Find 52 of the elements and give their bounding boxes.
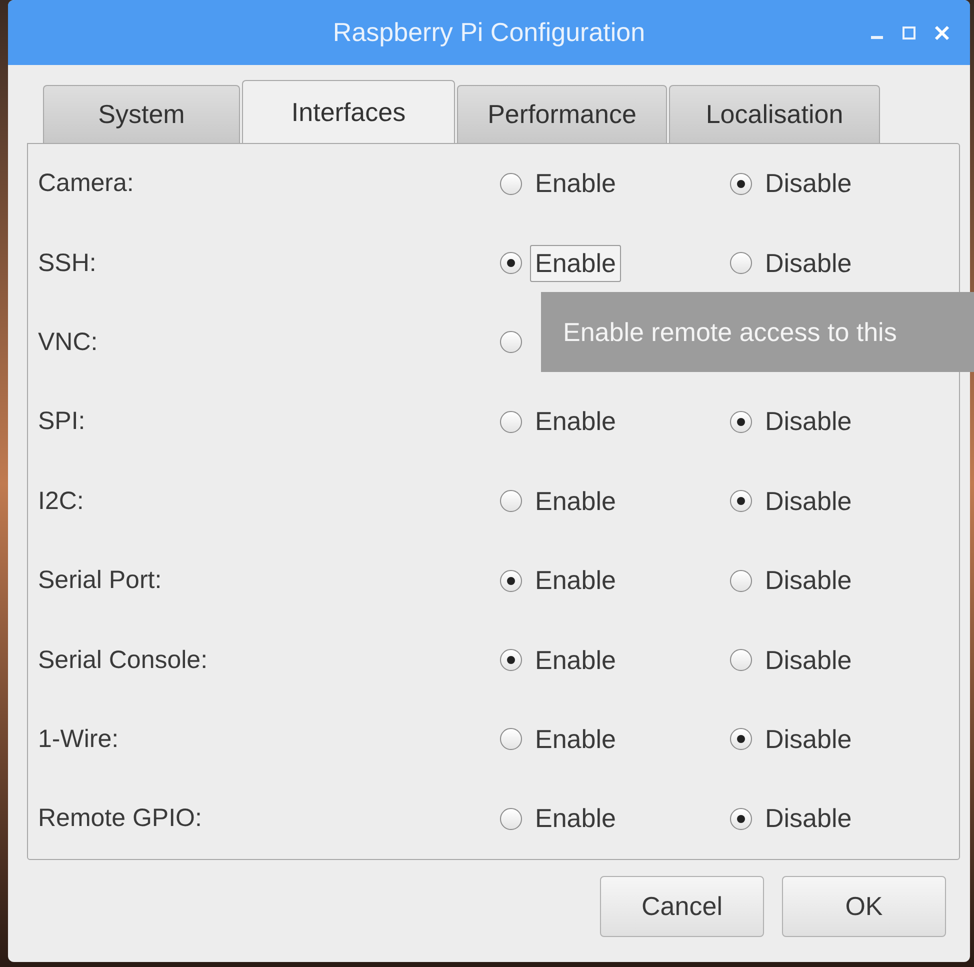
interface-label: Camera: xyxy=(38,169,135,198)
radio-button[interactable] xyxy=(500,252,522,274)
radio-button[interactable] xyxy=(500,649,522,672)
dialog-button[interactable]: OK xyxy=(782,876,946,937)
radio-button[interactable] xyxy=(730,728,752,750)
close-icon[interactable] xyxy=(934,24,950,40)
interface-label: SPI: xyxy=(38,407,86,436)
radio-label[interactable]: Enable xyxy=(530,165,621,202)
tab[interactable]: Performance xyxy=(457,85,667,143)
tab[interactable]: System xyxy=(43,85,240,143)
interface-label: Serial Console: xyxy=(38,646,209,675)
radio-label[interactable]: Enable xyxy=(530,800,621,838)
interface-label: VNC: xyxy=(38,328,99,357)
radio-button[interactable] xyxy=(500,331,522,354)
radio-label[interactable]: Disable xyxy=(760,720,857,758)
radio-button[interactable] xyxy=(730,808,752,830)
radio-label[interactable]: Enable xyxy=(530,244,621,282)
tooltip: Enable remote access to this xyxy=(541,292,974,372)
radio-label[interactable]: Disable xyxy=(760,800,857,838)
radio-label[interactable]: Disable xyxy=(760,642,857,679)
radio-button[interactable] xyxy=(500,570,522,592)
interface-label: I2C: xyxy=(38,486,85,516)
interface-label: SSH: xyxy=(38,248,98,278)
radio-label[interactable]: Disable xyxy=(760,165,857,202)
tab[interactable]: Localisation xyxy=(669,85,880,143)
radio-button[interactable] xyxy=(500,808,522,830)
radio-button[interactable] xyxy=(500,172,522,195)
radio-button[interactable] xyxy=(730,490,752,512)
radio-button[interactable] xyxy=(730,570,752,592)
radio-label[interactable]: Enable xyxy=(530,482,621,520)
interface-label: 1-Wire: xyxy=(38,724,120,754)
radio-label[interactable]: Disable xyxy=(760,403,857,440)
radio-label[interactable]: Disable xyxy=(760,482,857,520)
dialog-button[interactable]: Cancel xyxy=(600,876,764,937)
radio-button[interactable] xyxy=(730,172,752,195)
radio-button[interactable] xyxy=(730,410,752,433)
radio-button[interactable] xyxy=(730,649,752,672)
radio-label[interactable]: Enable xyxy=(530,642,621,679)
radio-button[interactable] xyxy=(500,410,522,433)
radio-button[interactable] xyxy=(500,728,522,750)
radio-label[interactable]: Disable xyxy=(760,562,857,600)
tab[interactable]: Interfaces xyxy=(242,80,455,143)
interface-label: Remote GPIO: xyxy=(38,804,203,834)
radio-label[interactable]: Enable xyxy=(530,403,621,440)
radio-label[interactable]: Enable xyxy=(530,562,621,600)
maximize-icon[interactable] xyxy=(902,26,916,40)
radio-button[interactable] xyxy=(500,490,522,512)
interface-label: Serial Port: xyxy=(38,566,163,596)
window-title: Raspberry Pi Configuration xyxy=(332,17,646,48)
radio-label[interactable]: Enable xyxy=(530,720,621,758)
radio-label[interactable]: Disable xyxy=(760,244,857,282)
radio-button[interactable] xyxy=(730,252,752,274)
